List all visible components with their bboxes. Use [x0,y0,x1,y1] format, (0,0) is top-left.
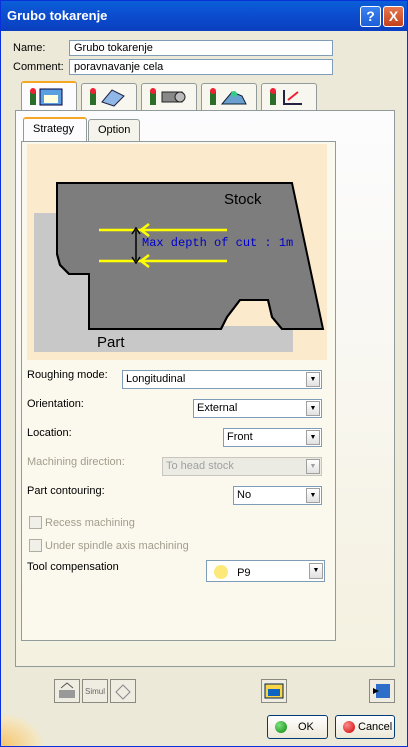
operation-dialog: Grubo tokarenje ? X Name: Grubo tokarenj… [0,0,408,747]
chevron-down-icon: ▼ [306,401,320,416]
tab-tool[interactable] [141,83,197,111]
comment-label: Comment: [13,61,64,73]
name-label: Name: [13,42,46,54]
feeds-speeds-tab-icon [210,88,247,105]
ok-button[interactable]: OK [267,715,328,739]
close-button[interactable]: X [383,6,404,27]
tool-compensation-value: P9 [237,567,251,579]
max-depth-label: Max depth of cut : 1m [142,236,294,250]
tab-strategy-sub[interactable]: Strategy [23,117,87,142]
recess-machining-label: Recess machining [45,517,135,529]
chevron-down-icon: ▼ [306,488,320,503]
machining-direction-select: To head stock ▼ [162,457,322,476]
cancel-icon [343,721,355,733]
orientation-label: Orientation: [27,398,84,410]
display-icon [264,683,284,699]
cancel-button[interactable]: Cancel [335,715,395,739]
strategy-tab-icon [30,88,63,106]
tab-option[interactable]: Option [88,119,140,141]
tab-macros[interactable] [261,83,317,111]
replay-icon [59,682,75,698]
window-title: Grubo tokarenje [7,8,108,23]
chevron-down-icon: ▼ [306,459,320,474]
chevron-down-icon: ▼ [306,372,320,387]
cancel-label: Cancel [358,721,393,733]
corner-decoration [1,713,45,746]
part-contouring-label: Part contouring: [27,485,105,497]
machining-direction-label: Machining direction: [27,456,125,468]
analysis-button[interactable] [110,679,136,703]
ok-icon [275,721,287,733]
roughing-mode-select[interactable]: Longitudinal ▼ [122,370,322,389]
roughing-mode-value: Longitudinal [126,373,186,385]
video-button[interactable] [369,679,395,703]
display-button[interactable] [261,679,287,703]
tab-feeds-speeds[interactable] [201,83,257,111]
geometry-tab-icon [90,88,125,107]
part-contouring-select[interactable]: No ▼ [233,486,322,505]
part-contouring-value: No [237,489,252,501]
simulation-button[interactable]: Simul [82,679,108,703]
orientation-value: External [197,402,238,414]
location-select[interactable]: Front ▼ [223,428,322,447]
roughing-diagram: Stock Part Max depth of cut : 1m [27,144,327,360]
tool-compensation-select[interactable]: P9 ▼ [206,560,325,582]
stock-shape [56,182,325,330]
tool-tab-icon [150,88,186,105]
tab-strategy[interactable] [21,81,77,112]
help-button[interactable]: ? [360,6,381,27]
chevron-down-icon: ▼ [309,563,323,579]
svg-text:Simul: Simul [85,687,105,696]
comment-field[interactable]: poravnavanje cela [69,59,333,75]
tab-geometry[interactable] [81,83,137,111]
video-icon [373,684,390,698]
chevron-down-icon: ▼ [306,430,320,445]
macros-tab-icon [270,88,302,105]
part-label: Part [97,334,125,351]
tool-point-icon [214,565,228,579]
tool-path-replay-button[interactable] [54,679,80,703]
name-field[interactable]: Grubo tokarenje [69,40,333,56]
location-value: Front [227,431,253,443]
stock-label: Stock [224,191,262,208]
simulation-icon: Simul [85,687,105,696]
orientation-select[interactable]: External ▼ [193,399,322,418]
roughing-mode-label: Roughing mode: [27,369,108,381]
analysis-icon [115,684,131,700]
machining-direction-value: To head stock [166,460,234,472]
tool-compensation-label: Tool compensation [27,561,119,573]
recess-machining-checkbox [29,516,42,529]
under-spindle-checkbox [29,539,42,552]
ok-label: OK [298,721,314,733]
title-bar[interactable]: Grubo tokarenje ? X [1,1,407,31]
under-spindle-label: Under spindle axis machining [45,540,189,552]
location-label: Location: [27,427,72,439]
